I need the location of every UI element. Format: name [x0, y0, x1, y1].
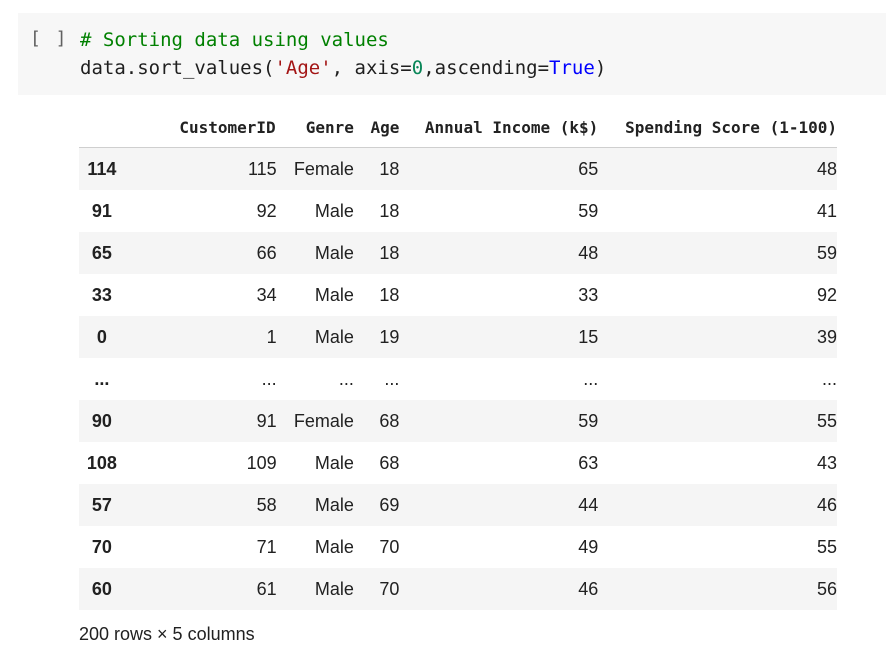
- cell-annual-income: 59: [578, 200, 599, 221]
- table-row: 0 1 Male 19 15 39: [79, 316, 837, 358]
- column-header-customerid: CustomerID: [124, 107, 277, 148]
- cell-customerid: 1: [266, 326, 277, 347]
- cell-genre: ...: [338, 368, 354, 389]
- table-row: 70 71 Male 70 49 55: [79, 526, 837, 568]
- cell-customerid: 91: [256, 410, 277, 431]
- cell-annual-income: 33: [578, 284, 599, 305]
- cell-age: 68: [379, 410, 400, 431]
- cell-age: 70: [379, 536, 400, 557]
- cell-spending-score: 92: [816, 284, 837, 305]
- cell-annual-income: 44: [578, 494, 599, 515]
- cell-age: 19: [379, 326, 400, 347]
- cell-customerid: 58: [256, 494, 277, 515]
- code-line-2: data.sort_values('Age', axis=0,ascending…: [80, 57, 606, 79]
- cell-customerid: 109: [246, 452, 277, 473]
- cell-age: 70: [379, 578, 400, 599]
- cell-spending-score: 39: [816, 326, 837, 347]
- cell-genre: Male: [314, 494, 354, 515]
- cell-customerid: 71: [256, 536, 277, 557]
- cell-spending-score: 43: [816, 452, 837, 473]
- cell-genre: Male: [314, 452, 354, 473]
- table-row: 90 91 Female 68 59 55: [79, 400, 837, 442]
- cell-annual-income: 49: [578, 536, 599, 557]
- row-index: 60: [91, 578, 112, 599]
- table-row: 33 34 Male 18 33 92: [79, 274, 837, 316]
- code-token: , axis=: [331, 57, 412, 79]
- cell-annual-income: 59: [578, 410, 599, 431]
- cell-customerid: 66: [256, 242, 277, 263]
- code-token: ,ascending=: [423, 57, 550, 79]
- cell-age: ...: [384, 368, 400, 389]
- cell-age: 69: [379, 494, 400, 515]
- row-index: 0: [96, 326, 107, 347]
- table-row: ..................: [79, 358, 837, 400]
- table-row: 60 61 Male 70 46 56: [79, 568, 837, 610]
- run-cell-button[interactable]: [ ]: [30, 28, 69, 49]
- cell-annual-income: 65: [578, 158, 599, 179]
- cell-spending-score: 48: [816, 158, 837, 179]
- index-header: [79, 107, 125, 148]
- cell-spending-score: 55: [816, 410, 837, 431]
- code-editor[interactable]: # Sorting data using values data.sort_va…: [80, 26, 606, 82]
- cell-customerid: 92: [256, 200, 277, 221]
- code-token: ): [594, 57, 607, 79]
- cell-annual-income: 63: [578, 452, 599, 473]
- cell-spending-score: 46: [816, 494, 837, 515]
- column-header-annual-income: Annual Income (k$): [399, 107, 599, 148]
- row-index: 90: [91, 410, 112, 431]
- column-header-spending-score: Spending Score (1-100): [598, 107, 837, 148]
- row-index: 70: [91, 536, 112, 557]
- dataframe-table: CustomerID Genre Age Annual Income (k$) …: [79, 107, 837, 610]
- cell-customerid: 61: [256, 578, 277, 599]
- cell-spending-score: 41: [816, 200, 837, 221]
- table-row: 57 58 Male 69 44 46: [79, 484, 837, 526]
- cell-genre: Female: [293, 410, 354, 431]
- code-token-string: 'Age': [274, 57, 332, 79]
- table-header-row: CustomerID Genre Age Annual Income (k$) …: [79, 107, 837, 148]
- column-header-age: Age: [353, 107, 400, 148]
- code-token-number: 0: [411, 57, 424, 79]
- code-token: data.sort_values(: [80, 57, 275, 79]
- cell-age: 18: [379, 242, 400, 263]
- cell-spending-score: ...: [821, 368, 837, 389]
- row-index: 65: [91, 242, 112, 263]
- cell-annual-income: 46: [578, 578, 599, 599]
- cell-customerid: ...: [261, 368, 277, 389]
- cell-genre: Male: [314, 326, 354, 347]
- row-index: 91: [91, 200, 112, 221]
- cell-genre: Male: [314, 284, 354, 305]
- row-index: 57: [91, 494, 112, 515]
- code-comment: # Sorting data using values: [80, 29, 389, 51]
- cell-spending-score: 59: [816, 242, 837, 263]
- cell-customerid: 115: [247, 158, 277, 179]
- cell-genre: Male: [314, 242, 354, 263]
- table-row: 108 109 Male 68 63 43: [79, 442, 837, 484]
- row-index: 114: [87, 158, 117, 179]
- row-index: 33: [91, 284, 112, 305]
- code-token-keyword: True: [549, 57, 595, 79]
- table-row: 91 92 Male 18 59 41: [79, 190, 837, 232]
- cell-annual-income: ...: [583, 368, 599, 389]
- cell-age: 18: [379, 284, 400, 305]
- table-row: 65 66 Male 18 48 59: [79, 232, 837, 274]
- cell-genre: Male: [314, 536, 354, 557]
- cell-spending-score: 55: [816, 536, 837, 557]
- cell-spending-score: 56: [816, 578, 837, 599]
- cell-genre: Male: [314, 578, 354, 599]
- cell-annual-income: 48: [578, 242, 599, 263]
- row-index: ...: [94, 368, 110, 389]
- column-header-genre: Genre: [276, 107, 354, 148]
- cell-age: 18: [379, 200, 400, 221]
- dataframe-shape-label: 200 rows × 5 columns: [79, 624, 255, 644]
- cell-age: 18: [379, 158, 400, 179]
- cell-annual-income: 15: [578, 326, 599, 347]
- cell-customerid: 34: [256, 284, 277, 305]
- table-row: 114 115 Female 18 65 48: [79, 147, 837, 190]
- cell-genre: Male: [314, 200, 354, 221]
- cell-age: 68: [379, 452, 400, 473]
- cell-genre: Female: [293, 158, 354, 179]
- row-index: 108: [86, 452, 117, 473]
